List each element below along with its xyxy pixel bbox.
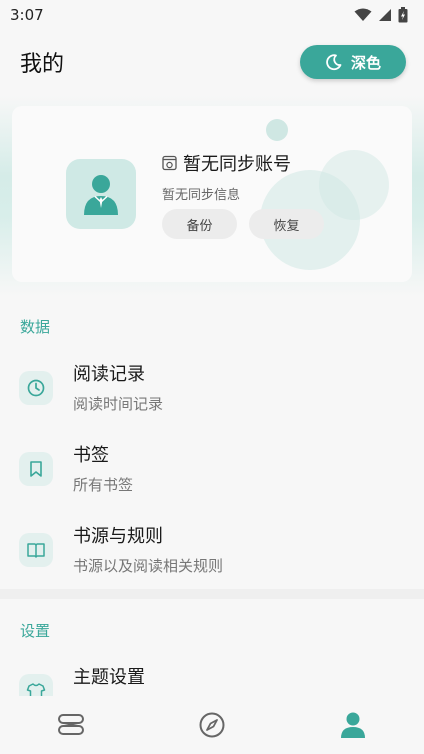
signal-icon xyxy=(379,9,391,21)
item-title: 书签 xyxy=(73,445,109,466)
sync-info: 暂无同步信息 xyxy=(162,188,241,203)
nav-tab-bookshelf[interactable] xyxy=(0,696,141,754)
bookmark-icon xyxy=(19,452,53,486)
nav-tab-discover[interactable] xyxy=(141,696,282,754)
open-book-icon xyxy=(19,533,53,567)
compass-icon xyxy=(199,712,225,738)
item-title: 书源与规则 xyxy=(73,526,163,547)
section-header-settings: 设置 xyxy=(20,622,51,640)
avatar[interactable] xyxy=(66,159,136,229)
item-subtitle: 所有书签 xyxy=(73,476,134,494)
item-subtitle: 阅读时间记录 xyxy=(73,395,164,413)
status-time: 3:07 xyxy=(10,6,44,24)
dark-theme-label: 深色 xyxy=(350,53,381,72)
status-bar: 3:07 xyxy=(0,0,424,30)
list-item-theme-settings[interactable]: 主题设置 xyxy=(0,655,424,696)
restore-button[interactable]: 恢复 xyxy=(249,209,324,239)
sync-account-icon xyxy=(162,155,177,171)
section-divider xyxy=(0,589,424,599)
item-title: 主题设置 xyxy=(73,667,145,688)
dark-theme-button[interactable]: 深色 xyxy=(300,45,406,79)
decor-circle-medium xyxy=(319,150,389,220)
decor-circle-small xyxy=(266,119,288,141)
list-item-bookmarks[interactable]: 书签 所有书签 xyxy=(0,433,424,513)
bookshelf-icon xyxy=(57,714,84,735)
person-icon xyxy=(341,712,366,738)
clock-icon xyxy=(19,371,53,405)
account-name: 暂无同步账号 xyxy=(183,154,291,175)
backup-button[interactable]: 备份 xyxy=(162,209,237,239)
account-row: 暂无同步账号 xyxy=(162,150,291,176)
status-icons xyxy=(354,7,408,23)
list-item-reading-history[interactable]: 阅读记录 阅读时间记录 xyxy=(0,352,424,432)
page-title: 我的 xyxy=(20,52,65,77)
header: 我的 深色 xyxy=(0,38,424,86)
item-title: 阅读记录 xyxy=(73,364,145,385)
list-item-book-sources[interactable]: 书源与规则 书源以及阅读相关规则 xyxy=(0,514,424,594)
battery-icon xyxy=(398,7,408,23)
bottom-nav xyxy=(0,696,424,754)
profile-card[interactable]: 暂无同步账号 暂无同步信息 备份 恢复 xyxy=(12,106,412,282)
section-header-data: 数据 xyxy=(20,318,51,336)
nav-tab-profile[interactable] xyxy=(283,696,424,754)
shirt-icon xyxy=(19,674,53,696)
item-subtitle: 书源以及阅读相关规则 xyxy=(73,557,224,575)
wifi-icon xyxy=(354,8,372,21)
moon-icon xyxy=(326,54,342,71)
user-avatar-icon xyxy=(84,175,118,215)
